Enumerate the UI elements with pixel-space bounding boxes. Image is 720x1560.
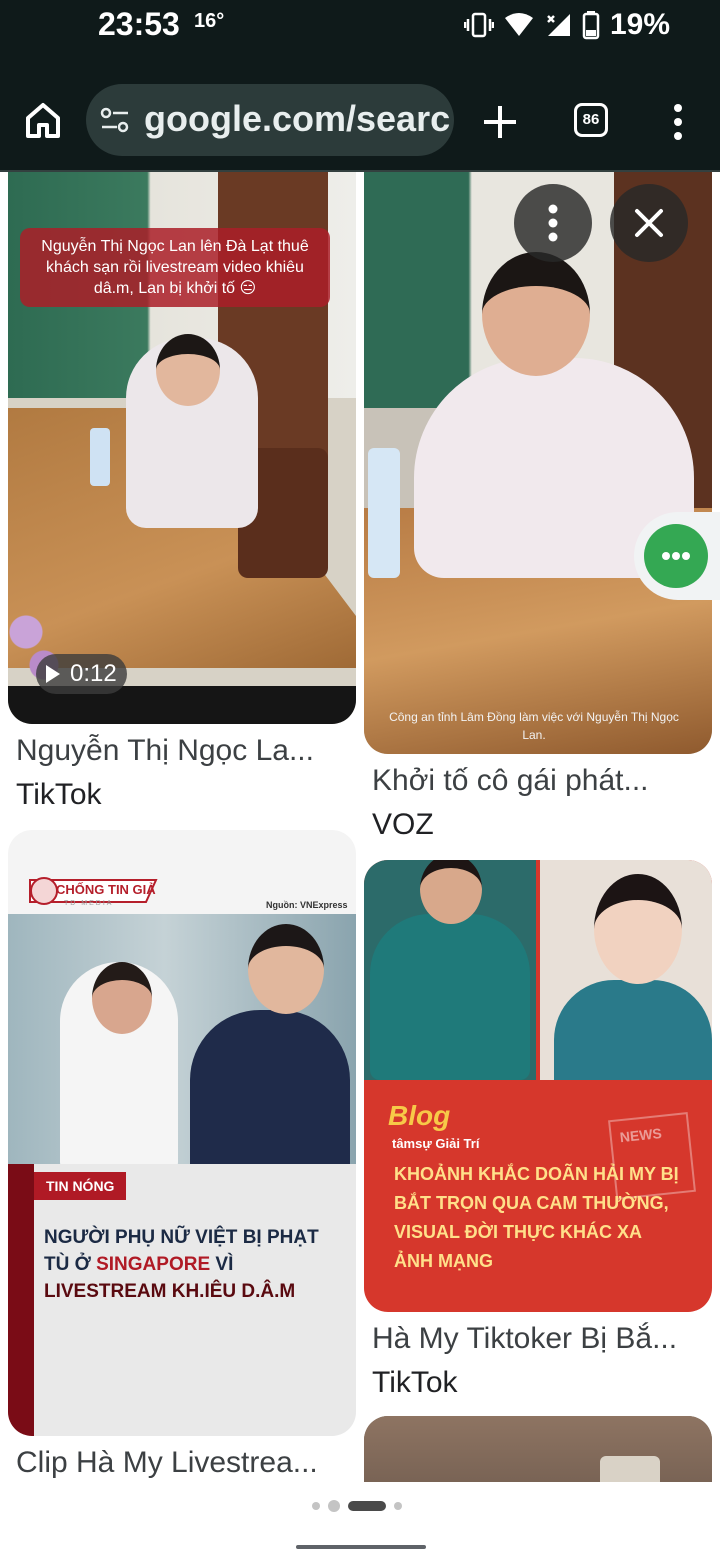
page-dot [328, 1500, 340, 1512]
thumb-head [156, 334, 220, 406]
result-source-1: TikTok [16, 778, 102, 811]
thumb-head [594, 874, 682, 984]
status-time: 23:53 [98, 6, 180, 42]
thumb-bottle [368, 448, 400, 578]
thumb-photo-right [540, 860, 712, 1080]
thumb-headline: KHOẢNH KHẮC DOÃN HẢI MY BỊ BẮT TRỌN QUA … [394, 1164, 679, 1271]
image-results: Nguyễn Thị Ngọc Lan lên Đà Lạt thuê khác… [0, 172, 720, 1482]
thumb-head [248, 924, 324, 1014]
home-icon[interactable] [20, 98, 66, 144]
result-title-2[interactable]: Khởi tố cô gái phát... [372, 764, 649, 798]
status-temperature: 16° [194, 10, 225, 32]
page-dot-active [348, 1501, 386, 1511]
green-circle [644, 524, 708, 588]
hot-news-tag: TIN NÓNG [34, 1172, 127, 1200]
gesture-bar[interactable] [296, 1545, 426, 1549]
source-credit: Nguồn: VNExpress [266, 900, 348, 910]
close-icon [635, 209, 663, 237]
more-vert-icon [548, 204, 558, 242]
vibrate-icon [463, 12, 494, 38]
result-thumbnail-3[interactable]: CHỐNG TIN GIẢ TD MEDIA Nguồn: VNExpress … [8, 830, 356, 1436]
floating-more-button[interactable] [634, 512, 720, 600]
thumb-head [482, 252, 590, 376]
tab-switcher-button[interactable]: 86 [574, 103, 608, 137]
result-thumbnail-4[interactable]: Blog tâmsự Giải Trí NEWS KHOẢNH KHẮC DOÃ… [364, 860, 712, 1312]
signal-icon [547, 14, 570, 36]
logo-subtext: TD MEDIA [64, 900, 114, 907]
page-dot [312, 1502, 320, 1510]
status-icons: 19% [463, 8, 670, 42]
thumb-person [190, 1010, 350, 1180]
headline-highlight: SINGAPORE [96, 1254, 211, 1275]
battery-icon [582, 11, 600, 40]
tune-icon[interactable] [98, 104, 132, 136]
play-icon [46, 665, 60, 683]
more-options-button[interactable] [514, 184, 592, 262]
result-title-4[interactable]: Hà My Tiktoker Bị Bắ... [372, 1322, 677, 1356]
result-thumbnail-5[interactable] [364, 1416, 712, 1482]
browser-toolbar: google.com/searc 86 [0, 64, 720, 172]
page-indicator [312, 1500, 402, 1512]
more-vert-icon[interactable] [664, 102, 692, 142]
video-duration-badge: 0:12 [36, 654, 127, 694]
result-title-1[interactable]: Nguyễn Thị Ngọc La... [16, 734, 314, 768]
thumb-stripe [8, 1164, 34, 1436]
battery-percent: 19% [609, 8, 670, 41]
blog-subtitle: tâmsự Giải Trí [392, 1136, 480, 1151]
more-horiz-icon [662, 552, 690, 560]
thumb-person [554, 980, 712, 1080]
bottom-area [0, 1482, 720, 1560]
thumb-subtitle: Công an tỉnh Lâm Đồng làm việc với Nguyễ… [389, 710, 679, 742]
blog-logo: Blog [388, 1100, 451, 1131]
thumb-head [92, 962, 152, 1034]
logo-text: CHỐNG TIN GIẢ [56, 882, 156, 897]
result-source-2: VOZ [372, 808, 434, 841]
wifi-icon [504, 13, 533, 36]
thumb-object [600, 1456, 660, 1482]
status-bar: 23:53 16° 19% [0, 0, 720, 64]
address-bar[interactable]: google.com/searc [86, 84, 454, 156]
thumb-headline: NGƯỜI PHỤ NỮ VIỆT BỊ PHẠT TÙ Ở SINGAPORE… [44, 1224, 344, 1305]
result-title-3[interactable]: Clip Hà My Livestrea... [16, 1446, 318, 1480]
thumb-caption: Nguyễn Thị Ngọc Lan lên Đà Lạt thuê khác… [20, 228, 330, 307]
result-source-4: TikTok [372, 1366, 458, 1399]
url-text: google.com/searc [144, 98, 451, 139]
headline-part: VÌ [210, 1254, 234, 1275]
thumb-person [370, 914, 530, 1080]
plus-icon[interactable] [478, 100, 522, 144]
page-dot [394, 1502, 402, 1510]
thumb-photo-left [364, 860, 536, 1080]
thumb-bottle [90, 428, 110, 486]
headline-part: LIVESTREAM KH.IÊU D.Â.M [44, 1281, 296, 1302]
close-button[interactable] [610, 184, 688, 262]
result-thumbnail-1[interactable]: Nguyễn Thị Ngọc Lan lên Đà Lạt thuê khác… [8, 172, 356, 724]
video-duration: 0:12 [70, 660, 117, 687]
